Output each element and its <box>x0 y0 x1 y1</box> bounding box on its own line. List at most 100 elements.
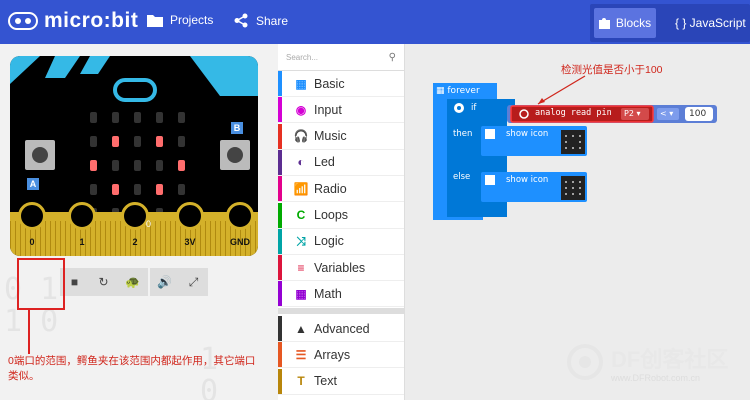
annotation-line <box>28 310 30 354</box>
javascript-tab[interactable]: { } JavaScript <box>675 16 746 30</box>
led <box>112 184 119 195</box>
toolbox-category-music[interactable]: 🎧 Music <box>278 123 404 150</box>
button-a-label: A <box>27 178 39 190</box>
show-icon-label-2: show icon <box>506 175 549 185</box>
variables-icon: ≡ <box>297 260 305 275</box>
pin-0-label: 0 <box>29 237 35 247</box>
led <box>112 160 119 171</box>
music-icon: 🎧 <box>293 129 309 144</box>
simulator-panel: 0 11 0 10 A B 0 1 2 3V GND 0 ■ ↻ 🐢 🔊 ⤢ 0… <box>0 44 278 400</box>
category-label: Arrays <box>314 347 351 362</box>
category-color-bar <box>278 255 282 281</box>
dfrobot-logo-icon <box>567 344 603 380</box>
led <box>90 184 97 195</box>
category-label: Led <box>314 155 335 170</box>
toolbox-divider <box>278 308 404 314</box>
input-icon: ◉ <box>295 102 307 117</box>
blocks-label: Blocks <box>615 16 652 30</box>
fullscreen-icon[interactable]: ⤢ <box>179 275 208 290</box>
led <box>156 160 163 171</box>
logic-icon: ⤨ <box>296 233 306 248</box>
simulator-controls: ■ ↻ 🐢 <box>60 268 148 296</box>
icon-picker-1[interactable] <box>561 130 585 154</box>
annotation-note: 0端口的范围，鳄鱼夹在该范围内都起作用，其它端口类似。 <box>8 355 256 382</box>
category-color-bar <box>278 176 282 202</box>
logo-text: micro:bit <box>44 9 139 32</box>
toolbox-category-text[interactable]: T Text <box>278 368 404 395</box>
editor-toggle: Blocks { } JavaScript <box>590 4 750 42</box>
pin-0[interactable] <box>18 202 46 230</box>
toolbox-category-led[interactable]: ◐ Led <box>278 149 404 176</box>
category-label: Math <box>314 286 342 301</box>
led <box>134 184 141 195</box>
if-label: if <box>471 103 477 113</box>
blocks-tab[interactable]: Blocks <box>594 8 656 38</box>
category-color-bar <box>278 97 282 123</box>
toolbox-category-variables[interactable]: ≡ Variables <box>278 255 404 282</box>
toolbox-category-input[interactable]: ◉ Input <box>278 97 404 124</box>
category-color-bar <box>278 228 282 254</box>
watermark-title: DF创客社区 <box>611 347 729 372</box>
toolbox-category-radio[interactable]: 📶 Radio <box>278 176 404 203</box>
projects-button[interactable]: Projects <box>147 13 213 27</box>
basic-icon: ▦ <box>295 76 307 91</box>
search-placeholder: Search... <box>286 53 319 62</box>
pin-dropdown-label: P2 ▾ <box>624 109 641 118</box>
annotation-box <box>17 258 65 310</box>
text-icon: T <box>297 374 305 389</box>
share-button[interactable]: Share <box>234 13 288 28</box>
watermark-url: www.DFRobot.com.cn <box>611 373 701 383</box>
toolbox-category-logic[interactable]: ⤨ Logic <box>278 228 404 255</box>
toolbox-search[interactable]: Search... ⚲ <box>278 44 404 71</box>
toolbox-category-basic[interactable]: ▦ Basic <box>278 71 404 97</box>
category-color-bar <box>278 368 282 394</box>
led <box>156 136 163 147</box>
category-color-bar <box>278 202 282 228</box>
toolbox-category-math[interactable]: ▦ Math <box>278 281 404 308</box>
pin-3v[interactable] <box>176 202 204 230</box>
folder-icon <box>147 14 163 27</box>
led <box>178 112 185 123</box>
led <box>90 136 97 147</box>
advanced-icon: ▲ <box>295 321 307 336</box>
grid-icon <box>485 129 495 139</box>
led <box>178 136 185 147</box>
led <box>90 160 97 171</box>
callout-text: 检测光值是否小于100 <box>561 64 663 76</box>
pin-2[interactable] <box>121 202 149 230</box>
pin-1[interactable] <box>68 202 96 230</box>
mute-icon[interactable]: 🔊 <box>150 275 179 289</box>
category-label: Logic <box>314 234 344 249</box>
led <box>134 136 141 147</box>
led <box>178 184 185 195</box>
share-icon <box>234 13 248 28</box>
then-label: then <box>453 129 473 139</box>
category-label: Radio <box>314 181 347 196</box>
radio-icon: 📶 <box>293 181 309 196</box>
toolbox-category-arrays[interactable]: ☰ Arrays <box>278 342 404 369</box>
microbit-logo-icon <box>8 12 38 30</box>
forever-label-wrap: ▦ forever <box>436 86 480 96</box>
pin-gnd[interactable] <box>226 202 254 230</box>
category-color-bar <box>278 342 282 368</box>
button-b-label: B <box>231 122 243 134</box>
led <box>112 112 119 123</box>
simulator-controls-2: 🔊 ⤢ <box>150 268 208 296</box>
small-pin-label: 0 <box>146 219 152 229</box>
category-color-bar <box>278 123 282 149</box>
microbit-logo[interactable]: micro:bit <box>8 9 138 33</box>
else-label: else <box>453 172 471 182</box>
slow-mode-icon[interactable]: 🐢 <box>118 275 147 289</box>
button-a[interactable] <box>25 140 55 170</box>
microbit-board[interactable]: A B 0 1 2 3V GND 0 <box>10 56 258 256</box>
puzzle-icon <box>598 18 610 29</box>
forever-icon: ▦ <box>436 86 445 96</box>
toolbox-category-advanced[interactable]: ▲ Advanced <box>278 316 404 342</box>
restart-icon[interactable]: ↻ <box>89 275 118 289</box>
category-label: Input <box>314 102 342 117</box>
led-icon: ◐ <box>297 155 305 170</box>
button-b[interactable] <box>220 140 250 170</box>
toolbox-category-loops[interactable]: C Loops <box>278 202 404 229</box>
projects-label: Projects <box>170 13 214 27</box>
math-icon: ▦ <box>295 286 307 301</box>
